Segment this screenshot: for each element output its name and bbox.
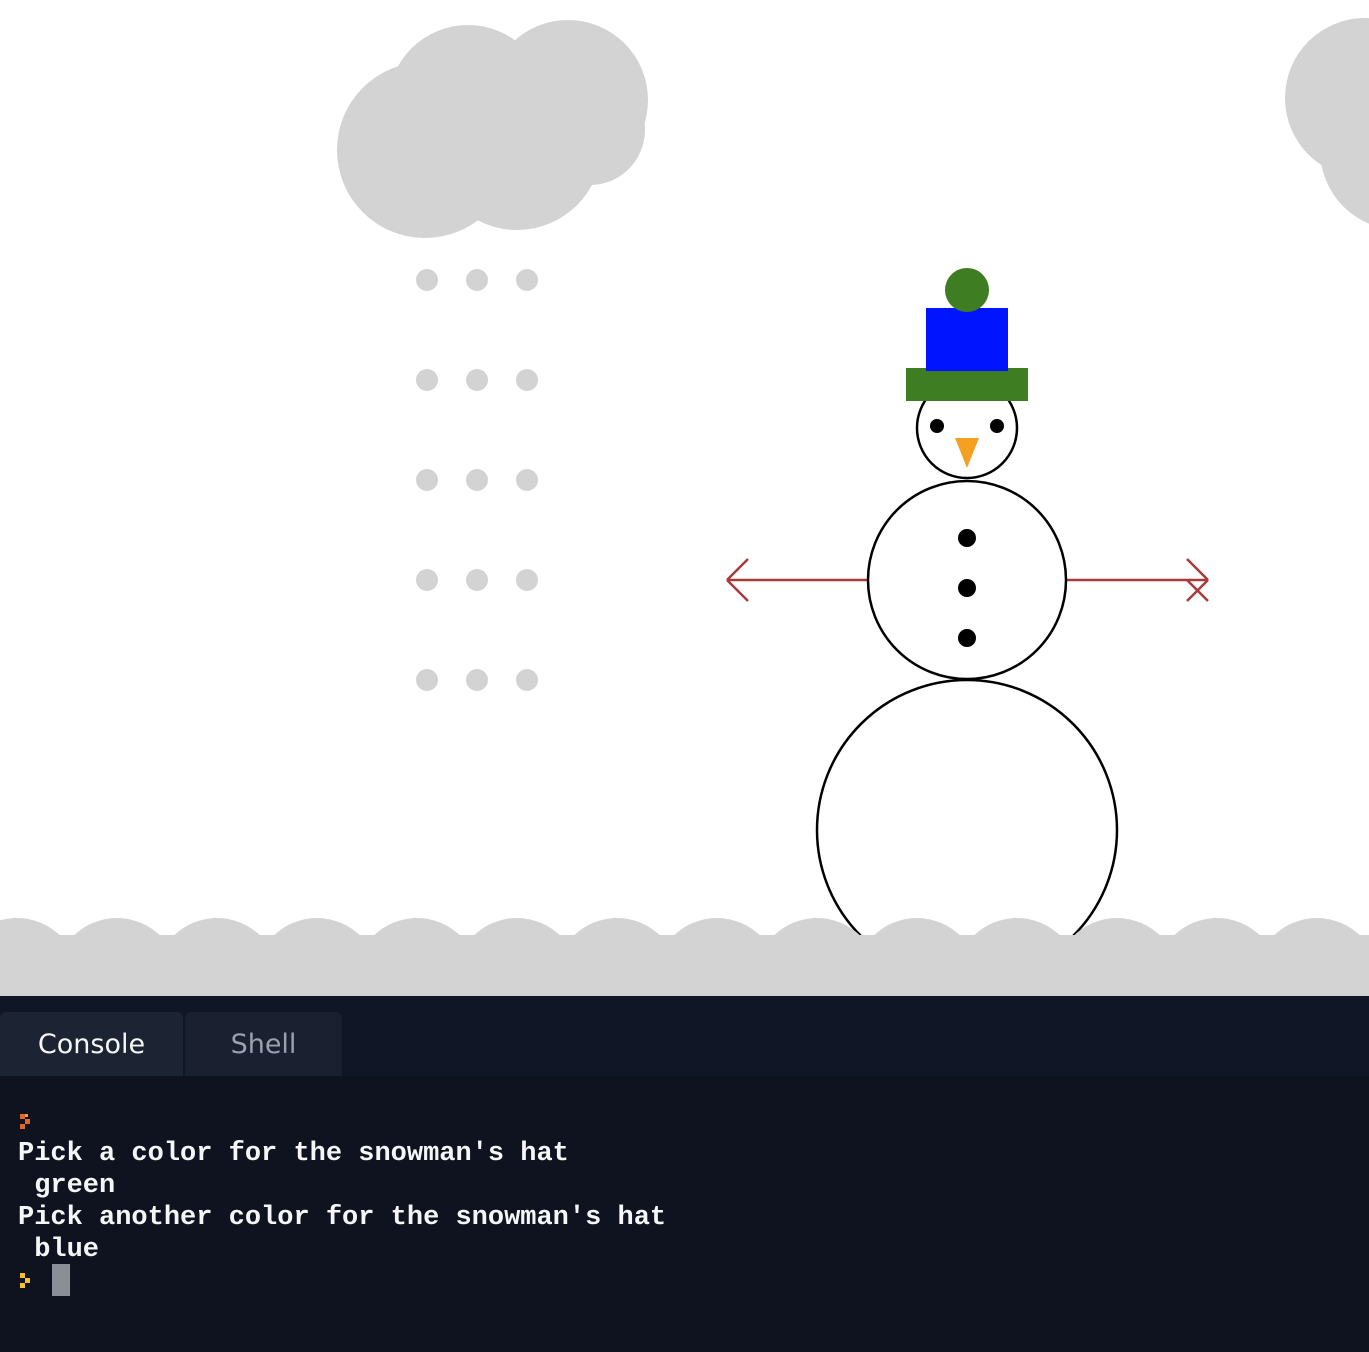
console-line: green [18,1171,116,1201]
prompt-icon-previous [20,1114,30,1129]
tab-shell[interactable]: Shell [185,1012,342,1076]
hat-top [926,308,1008,371]
button-2 [958,579,976,597]
right-arm [1066,558,1209,602]
cloud-right [1285,18,1369,224]
hat-pompom [945,268,989,312]
snowman-scene [0,18,1369,996]
console-output[interactable]: Pick a color for the snowman's hat green… [0,1076,1369,1352]
left-arm [726,558,868,602]
button-3 [958,629,976,647]
tab-console[interactable]: Console [0,1012,183,1076]
cloud-left [337,20,648,238]
panel-tab-bar: Console Shell [0,996,1369,1076]
console-line: Pick a color for the snowman's hat [18,1139,569,1169]
right-eye [990,419,1004,433]
left-eye [930,419,944,433]
snowflakes [416,269,538,691]
snow-ground [0,918,1369,996]
button-1 [958,529,976,547]
prompt-icon-active [20,1273,30,1288]
snowman [726,268,1209,982]
console-line: Pick another color for the snowman's hat [18,1203,667,1233]
hat-brim [906,368,1028,401]
text-cursor[interactable] [52,1264,70,1296]
graphics-canvas [0,0,1369,996]
console-line: blue [18,1235,100,1265]
